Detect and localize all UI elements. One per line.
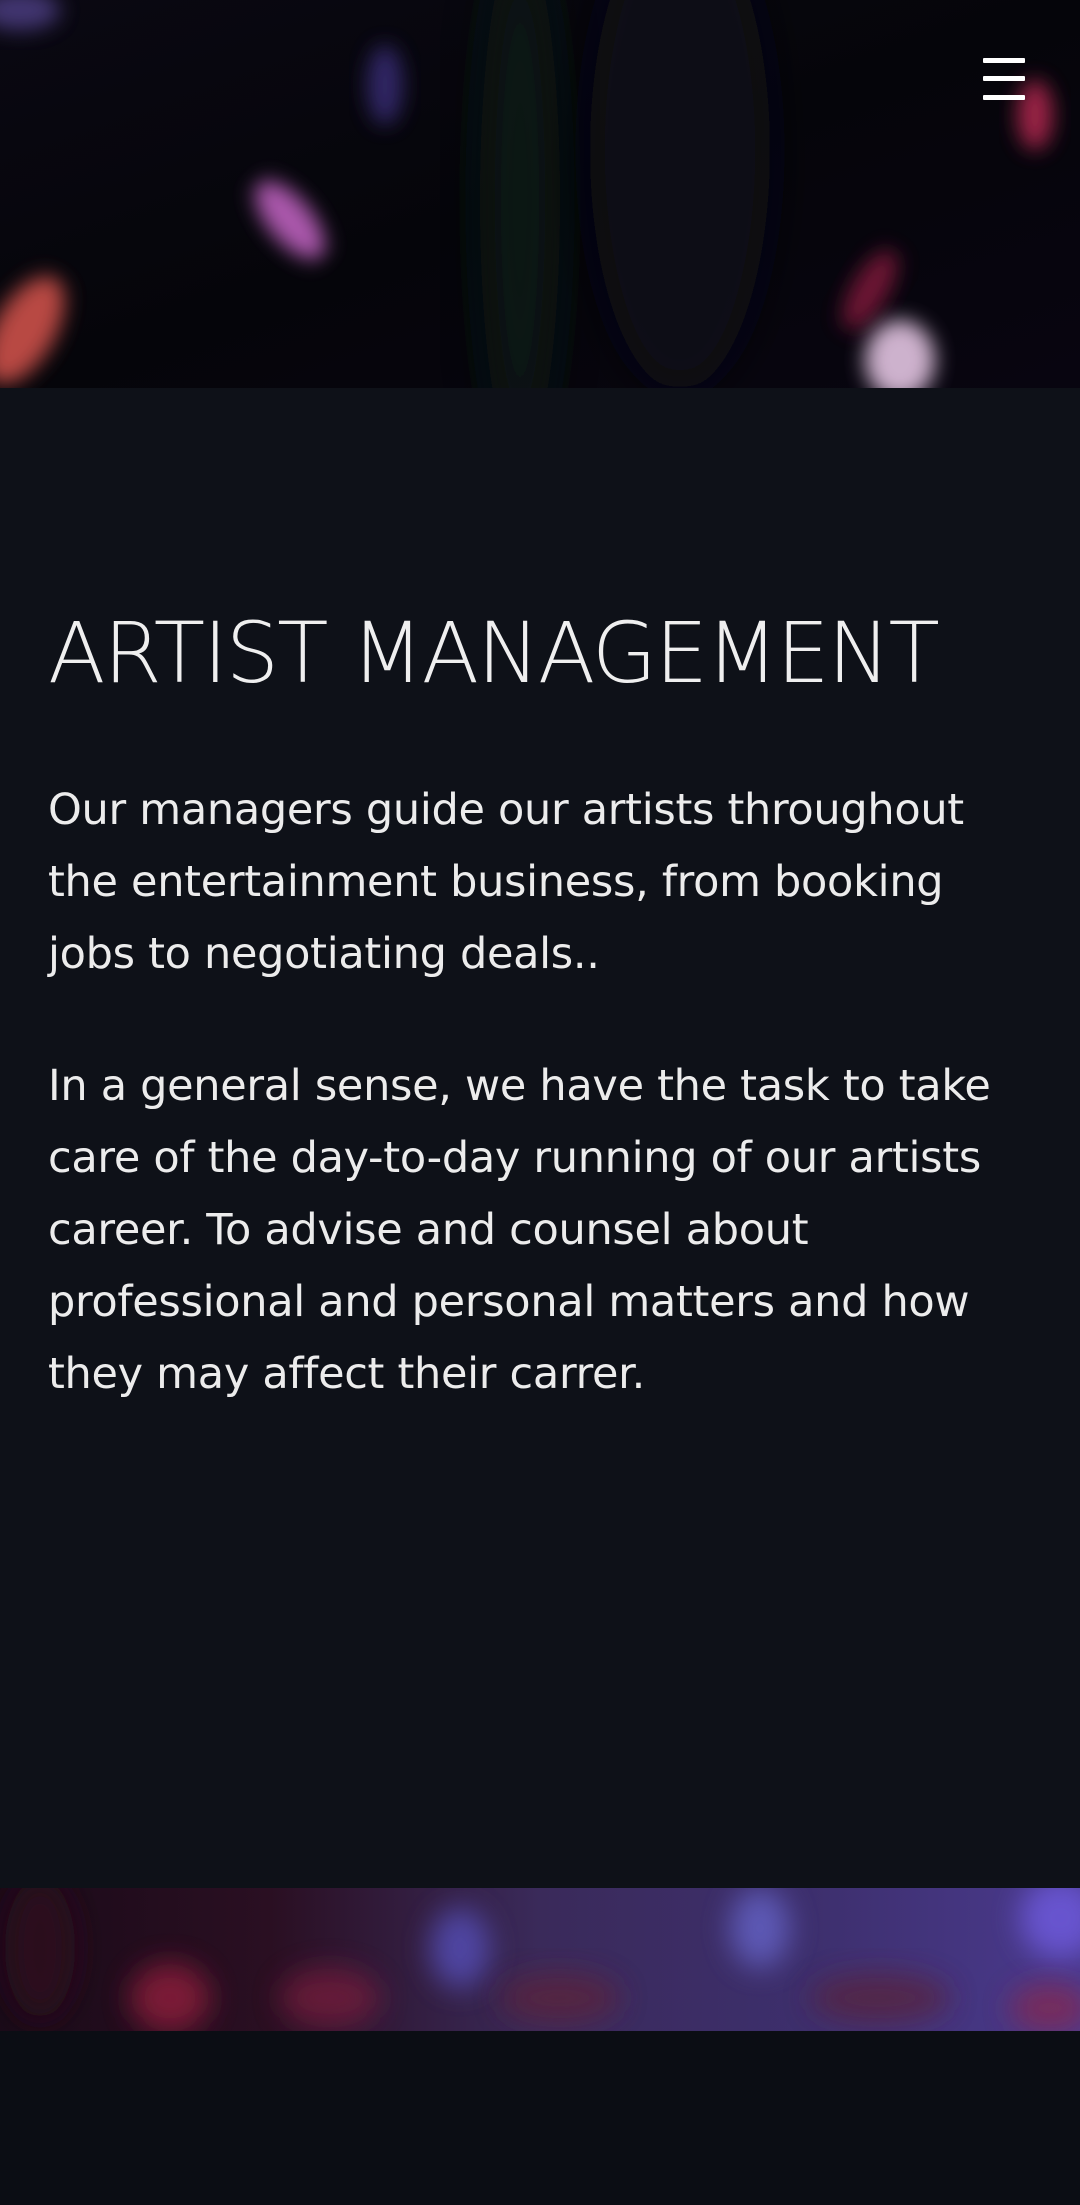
stage-lights-image [0,1888,1080,2031]
intro-paragraph: Our managers guide our artists throughou… [48,785,964,979]
description-paragraph: In a general sense, we have the task to … [48,1061,991,1399]
page-title: ARTIST MANAGEMENT [48,604,940,702]
stage-lights-background [0,1888,1080,2031]
hamburger-menu-icon-bar [983,76,1025,81]
hamburger-menu-icon [983,58,1025,63]
hero-background-lights [0,0,1080,388]
hero-banner-image [0,0,1080,388]
menu-button[interactable] [978,54,1030,104]
main-content: ARTIST MANAGEMENT Our managers guide our… [0,388,1080,1888]
hamburger-menu-icon-bar [983,95,1025,100]
footer [0,2031,1080,2205]
